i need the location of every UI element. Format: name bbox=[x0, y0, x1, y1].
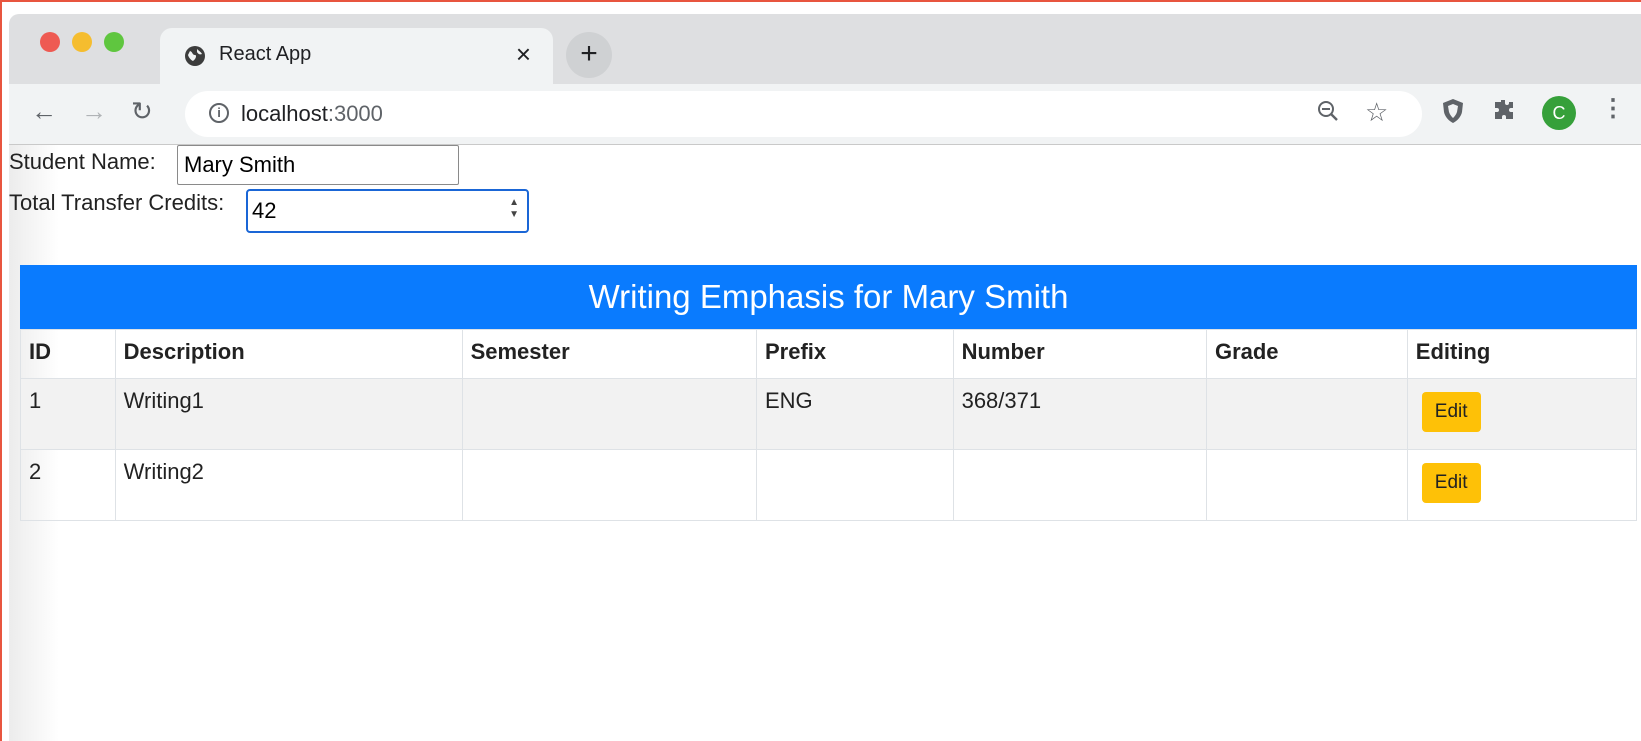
cell-prefix: ENG bbox=[755, 378, 954, 450]
browser-toolbar: ← → ↻ i localhost:3000 ☆ C ⋮ bbox=[9, 84, 1641, 145]
url-port: :3000 bbox=[327, 101, 383, 126]
info-icon[interactable]: i bbox=[209, 103, 229, 123]
table-title: Writing Emphasis for Mary Smith bbox=[20, 265, 1637, 329]
minimize-window-button[interactable] bbox=[72, 32, 92, 52]
cell-semester bbox=[461, 378, 757, 450]
header-semester: Semester bbox=[461, 329, 757, 379]
credits-input[interactable] bbox=[252, 195, 492, 227]
table-row: 1 Writing1 ENG 368/371 Edit bbox=[20, 378, 1638, 450]
header-editing: Editing bbox=[1406, 329, 1638, 379]
header-grade: Grade bbox=[1205, 329, 1408, 379]
close-window-button[interactable] bbox=[40, 32, 60, 52]
maximize-window-button[interactable] bbox=[104, 32, 124, 52]
reload-icon[interactable]: ↻ bbox=[131, 96, 153, 127]
writing-emphasis-table: Writing Emphasis for Mary Smith ID Descr… bbox=[20, 265, 1638, 521]
student-name-input[interactable] bbox=[177, 145, 459, 185]
header-number: Number bbox=[952, 329, 1207, 379]
cell-description: Writing2 bbox=[114, 449, 463, 521]
url-host: localhost bbox=[241, 101, 328, 126]
credits-field[interactable]: ▲▼ bbox=[246, 189, 529, 233]
table-header-row: ID Description Semester Prefix Number Gr… bbox=[20, 329, 1638, 379]
back-icon[interactable]: ← bbox=[31, 96, 57, 127]
number-stepper-icon[interactable]: ▲ ▼ bbox=[509, 197, 519, 221]
tab-title: React App bbox=[219, 43, 312, 65]
cell-number bbox=[952, 449, 1207, 521]
zoom-out-icon[interactable] bbox=[1317, 100, 1339, 129]
edit-button[interactable]: Edit bbox=[1421, 463, 1481, 503]
more-menu-icon[interactable]: ⋮ bbox=[1601, 94, 1625, 123]
course-table: ID Description Semester Prefix Number Gr… bbox=[20, 329, 1638, 521]
cell-description: Writing1 bbox=[114, 378, 463, 450]
browser-tab[interactable]: React App × bbox=[160, 28, 553, 84]
student-name-label: Student Name: bbox=[9, 149, 156, 174]
url-text: localhost:3000 bbox=[241, 101, 383, 127]
cell-editing: Edit bbox=[1406, 449, 1638, 521]
cell-number: 368/371 bbox=[952, 378, 1207, 450]
puzzle-extensions-icon[interactable] bbox=[1492, 98, 1516, 128]
cell-id: 2 bbox=[20, 449, 116, 521]
cell-grade bbox=[1205, 449, 1408, 521]
header-description: Description bbox=[114, 329, 463, 379]
tab-close-icon[interactable]: × bbox=[516, 39, 531, 70]
forward-icon[interactable]: → bbox=[81, 96, 107, 127]
shield-extension-icon[interactable] bbox=[1441, 98, 1465, 130]
address-bar[interactable]: i localhost:3000 ☆ bbox=[185, 91, 1422, 137]
credits-label: Total Transfer Credits: bbox=[9, 190, 225, 215]
globe-icon bbox=[184, 45, 206, 67]
cell-prefix bbox=[755, 449, 954, 521]
header-id: ID bbox=[20, 329, 116, 379]
bookmark-star-icon[interactable]: ☆ bbox=[1365, 97, 1388, 128]
edit-button[interactable]: Edit bbox=[1421, 392, 1481, 432]
cell-semester bbox=[461, 449, 757, 521]
profile-avatar[interactable]: C bbox=[1542, 96, 1576, 130]
header-prefix: Prefix bbox=[755, 329, 954, 379]
cell-grade bbox=[1205, 378, 1408, 450]
cell-editing: Edit bbox=[1406, 378, 1638, 450]
cell-id: 1 bbox=[20, 378, 116, 450]
table-row: 2 Writing2 Edit bbox=[20, 449, 1638, 521]
new-tab-button[interactable]: + bbox=[566, 32, 612, 78]
